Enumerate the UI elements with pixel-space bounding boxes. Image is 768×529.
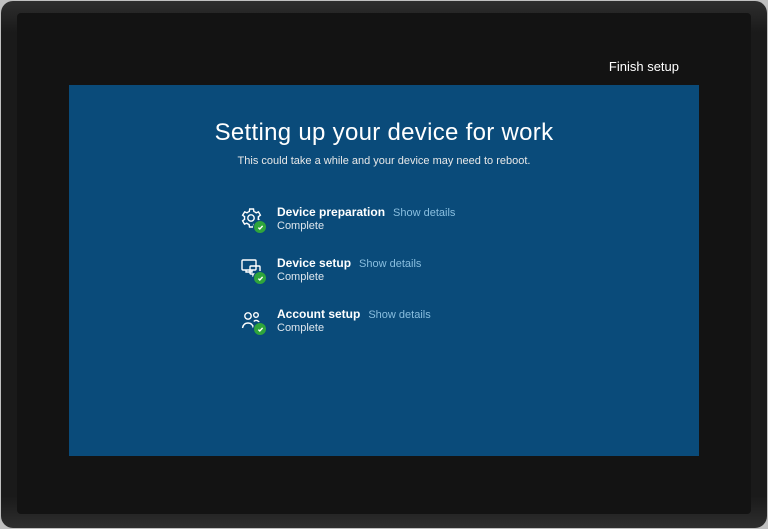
step-status: Complete [277,322,431,334]
finish-setup-button[interactable]: Finish setup [607,55,681,78]
page-subtitle: This could take a while and your device … [69,155,699,167]
step-device-setup: Device setup Show details Complete [239,256,699,283]
step-title: Device preparation [277,205,385,219]
titlebar: Finish setup [49,47,719,85]
step-device-preparation: Device preparation Show details Complete [239,205,699,232]
enrollment-screen: Setting up your device for work This cou… [69,85,699,456]
step-status: Complete [277,220,455,232]
page-title: Setting up your device for work [69,119,699,147]
tablet-frame: Finish setup Setting up your device for … [1,1,767,528]
checkmark-icon [254,323,266,335]
monitor-icon [239,257,263,281]
show-details-link[interactable]: Show details [368,309,430,321]
step-title: Device setup [277,256,351,270]
show-details-link[interactable]: Show details [393,207,455,219]
step-status: Complete [277,271,421,283]
people-icon [239,308,263,332]
checkmark-icon [254,272,266,284]
steps-list: Device preparation Show details Complete [239,205,699,334]
gear-icon [239,206,263,230]
checkmark-icon [254,221,266,233]
show-details-link[interactable]: Show details [359,258,421,270]
step-title: Account setup [277,307,360,321]
step-account-setup: Account setup Show details Complete [239,307,699,334]
